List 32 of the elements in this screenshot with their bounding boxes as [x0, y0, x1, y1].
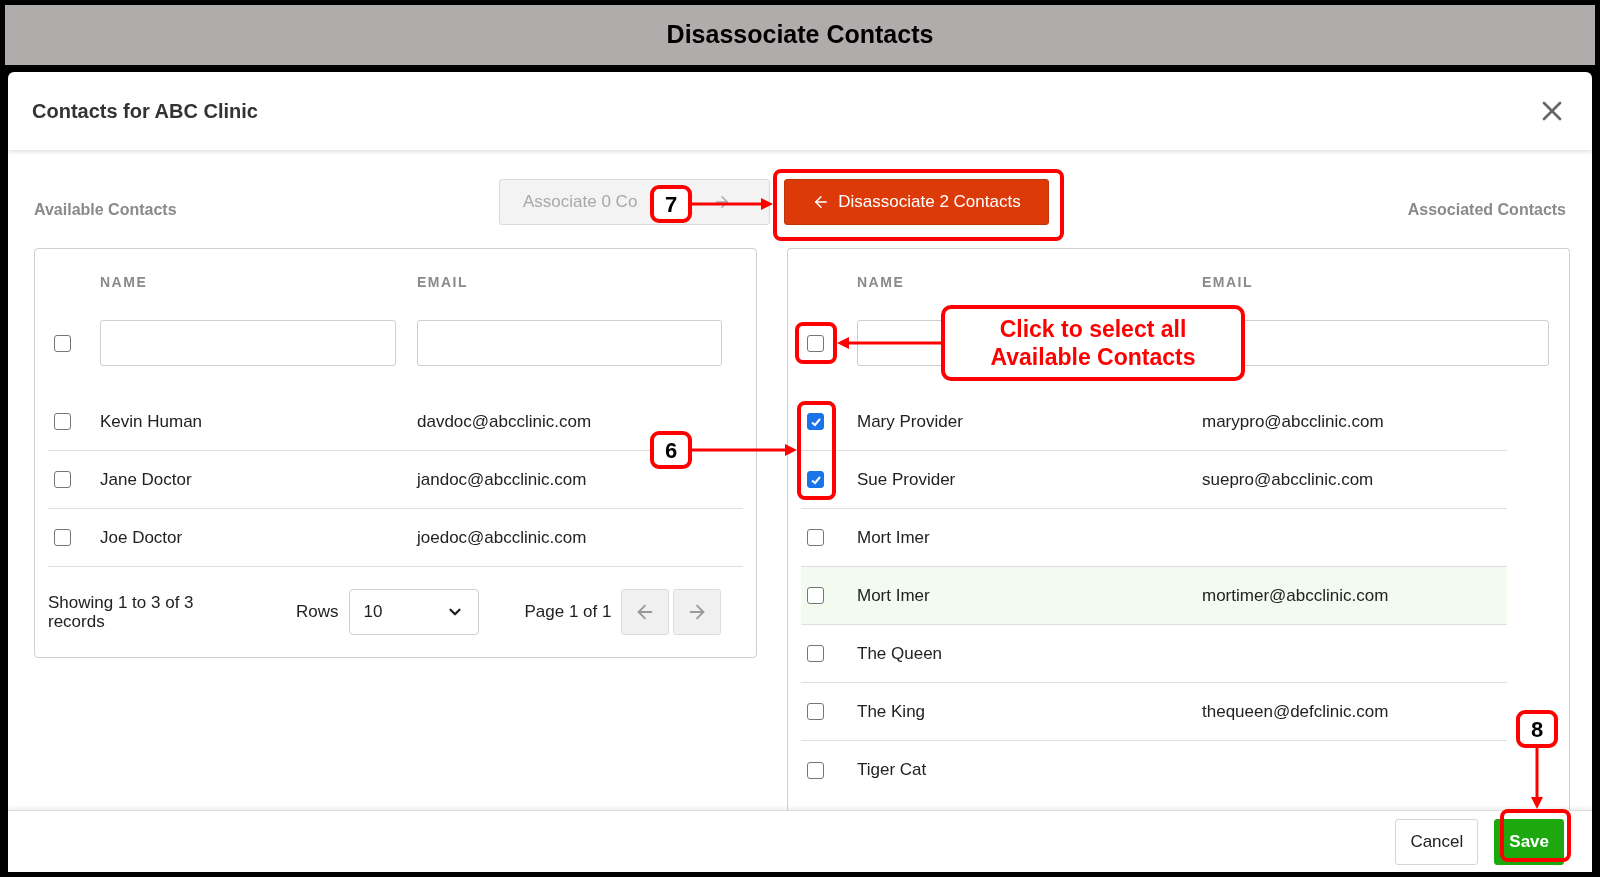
email-cell-text: marypro@abcclinic.com: [1202, 410, 1384, 433]
email-cell-text: joedoc@abcclinic.com: [417, 526, 587, 549]
records-summary: Showing 1 to 3 of 3 records: [48, 593, 195, 631]
page-title: Disassociate Contacts: [666, 19, 934, 51]
email-cell-text: davdoc@abcclinic.com: [417, 410, 592, 433]
email-cell-text: suepro@abcclinic.com: [1202, 468, 1374, 491]
name-cell-text: Tiger Cat: [857, 759, 927, 782]
dialog-title: Contacts for ABC Clinic: [32, 99, 258, 124]
page-indicator: Page 1 of 1: [524, 601, 612, 624]
rows-label: Rows: [296, 601, 339, 624]
column-header: EMAIL: [417, 273, 470, 292]
section-heading: Associated Contacts: [1406, 200, 1566, 220]
email-cell-text: jandoc@abcclinic.com: [417, 468, 587, 491]
name-cell-text: The King: [857, 700, 926, 723]
name-cell-text: Jane Doctor: [100, 468, 192, 491]
column-header: NAME: [857, 273, 906, 292]
step-tooltip: 8: [1516, 710, 1558, 748]
section-heading: Available Contacts: [34, 200, 178, 220]
email-cell-text: thequeen@defclinic.com: [1202, 700, 1389, 723]
name-cell-text: Mary Provider: [857, 410, 963, 433]
step-tooltip: 7: [650, 185, 692, 223]
name-cell-text: Mort Imer: [857, 526, 930, 549]
name-cell-text: Joe Doctor: [100, 526, 183, 549]
column-header: EMAIL: [1202, 273, 1255, 292]
callout-note: Click to select all Available Contacts: [941, 305, 1245, 381]
name-cell-text: Sue Provider: [857, 468, 956, 491]
column-header: NAME: [100, 273, 149, 292]
name-cell-text: Kevin Human: [100, 410, 203, 433]
name-cell-text: The Queen: [857, 642, 943, 665]
name-cell-text: Mort Imer: [857, 584, 930, 607]
step-tooltip: 6: [650, 431, 692, 469]
email-cell-text: mortimer@abcclinic.com: [1202, 584, 1389, 607]
